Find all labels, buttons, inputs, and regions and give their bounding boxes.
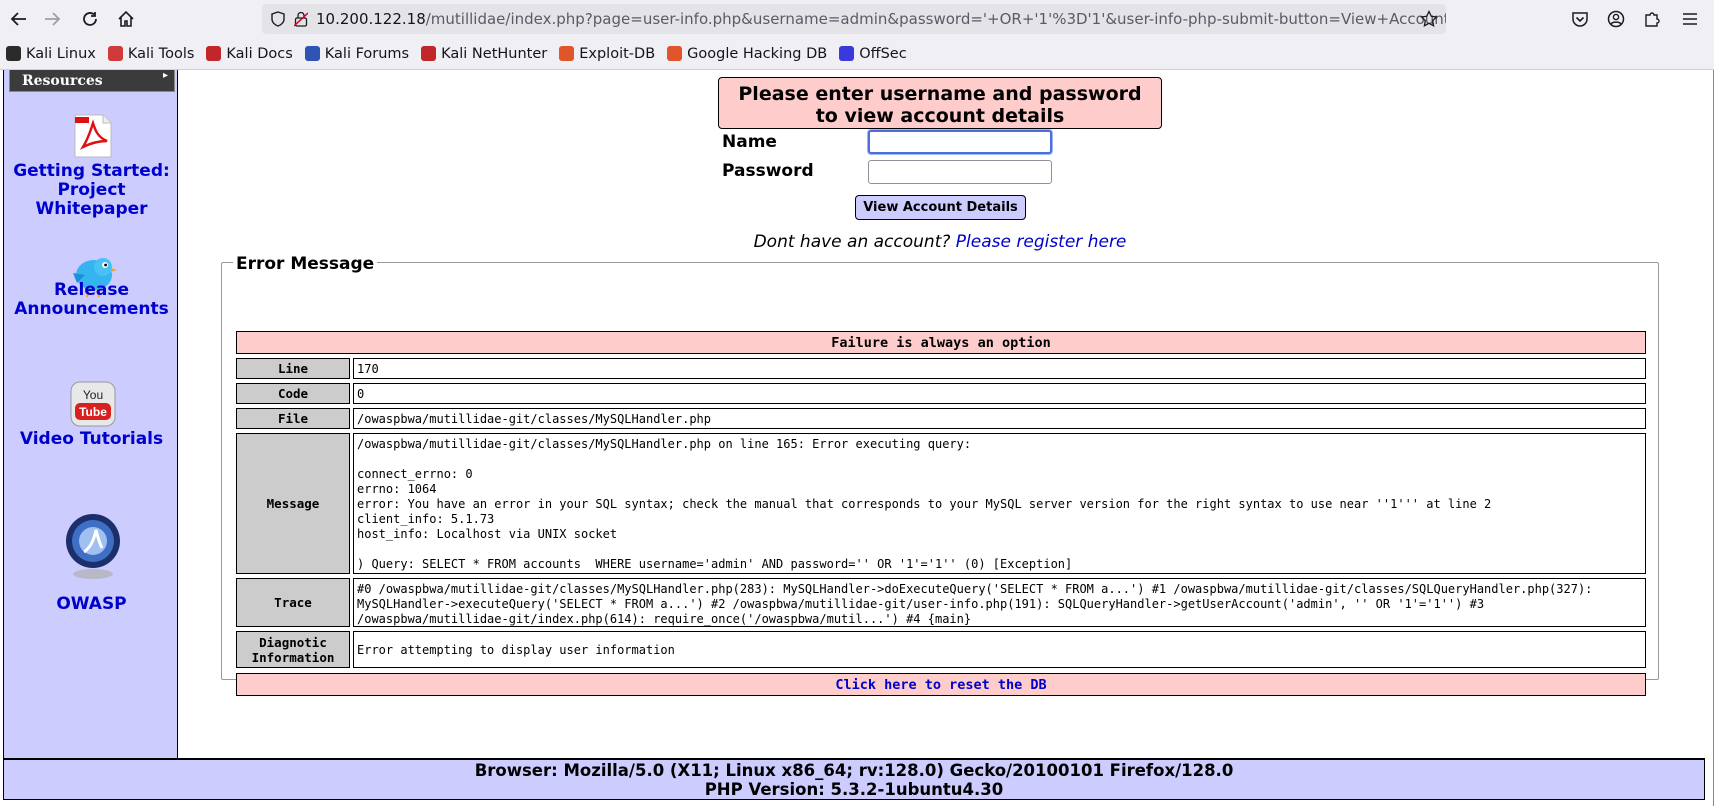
- bookmarks-toolbar: Kali Linux Kali Tools Kali Docs Kali Forums…: [0, 38, 1714, 70]
- bookmark-kali-linux[interactable]: Kali Linux: [6, 46, 96, 62]
- extensions-button[interactable]: [1638, 5, 1666, 33]
- kali-nethunter-icon: [421, 46, 437, 61]
- view-account-details-button[interactable]: View Account Details: [855, 195, 1026, 220]
- error-row-diagnostic: Diagnotic Information Error attempting t…: [236, 631, 1646, 668]
- back-arrow-icon: [10, 12, 26, 26]
- account-button[interactable]: [1602, 5, 1630, 33]
- youtube-icon[interactable]: You Tube: [70, 381, 116, 431]
- login-title-line1: Please enter username and password: [738, 83, 1142, 105]
- submenu-arrow-icon: ▸: [162, 70, 168, 81]
- puzzle-icon: [1645, 12, 1660, 27]
- page-content: Resources ▸ Getting Started: Project Whi…: [0, 70, 1714, 806]
- bookmark-label: Kali NetHunter: [441, 45, 548, 62]
- bookmark-label: Kali Docs: [226, 45, 293, 62]
- error-row-message: Message /owaspbwa/mutillidae-git/classes…: [236, 433, 1646, 574]
- owasp-logo-icon[interactable]: [64, 512, 122, 584]
- back-button[interactable]: [5, 5, 33, 33]
- forward-button[interactable]: [38, 5, 66, 33]
- name-label: Name: [722, 132, 777, 152]
- reload-button[interactable]: [76, 5, 104, 33]
- bookmark-label: Exploit-DB: [579, 45, 656, 62]
- footer-browser-info: Browser: Mozilla/5.0 (X11; Linux x86_64;…: [474, 761, 1234, 780]
- error-value: /owaspbwa/mutillidae-git/classes/MySQLHa…: [353, 433, 1646, 574]
- bookmark-kali-forums[interactable]: Kali Forums: [304, 45, 410, 62]
- register-link[interactable]: Please register here: [956, 232, 1127, 252]
- svg-text:Tube: Tube: [79, 405, 107, 419]
- error-label: Line: [236, 358, 350, 379]
- error-value: 170: [353, 358, 1646, 379]
- hamburger-menu-icon: [1683, 13, 1697, 25]
- home-icon: [118, 10, 134, 27]
- error-value: #0 /owaspbwa/mutillidae-git/classes/MySQ…: [353, 578, 1646, 627]
- account-icon: [1607, 10, 1625, 28]
- error-value: Error attempting to display user informa…: [353, 631, 1646, 668]
- release-announcements-link[interactable]: Release Announcements: [4, 281, 179, 319]
- url-host: 10.200.122.18: [316, 10, 426, 28]
- bookmark-google-hacking-db[interactable]: Google Hacking DB: [667, 46, 827, 62]
- pocket-button[interactable]: [1566, 5, 1594, 33]
- bookmark-label: Kali Tools: [127, 45, 195, 62]
- forward-arrow-icon: [45, 12, 61, 26]
- error-label: Diagnotic Information: [236, 631, 350, 668]
- browser-toolbar: 10.200.122.18/mutillidae/index.php?page=…: [0, 0, 1714, 38]
- exploit-db-icon: [559, 46, 575, 61]
- error-label: Trace: [236, 578, 350, 627]
- reload-icon: [83, 12, 97, 26]
- svg-text:You: You: [83, 388, 103, 402]
- error-label: Code: [236, 383, 350, 404]
- error-value: 0: [353, 383, 1646, 404]
- home-button[interactable]: [112, 5, 140, 33]
- whitepaper-link[interactable]: Getting Started: Project Whitepaper: [4, 162, 179, 219]
- password-input[interactable]: [868, 160, 1052, 184]
- reset-db-link[interactable]: Click here to reset the DB: [236, 673, 1646, 696]
- login-title-line2: to view account details: [815, 105, 1065, 127]
- pdf-icon[interactable]: [71, 113, 115, 163]
- login-instructions: Please enter username and password to vi…: [718, 77, 1162, 129]
- error-value: /owaspbwa/mutillidae-git/classes/MySQLHa…: [353, 408, 1646, 429]
- sidebar: Resources ▸ Getting Started: Project Whi…: [3, 70, 178, 758]
- bookmark-exploit-db[interactable]: Exploit-DB: [559, 46, 655, 62]
- bookmark-label: Kali Linux: [26, 45, 96, 62]
- bookmark-label: OffSec: [859, 45, 907, 62]
- kali-tools-icon: [107, 46, 123, 61]
- insecure-lock-icon[interactable]: [294, 11, 308, 27]
- ghdb-icon: [667, 46, 683, 61]
- url-bar[interactable]: 10.200.122.18/mutillidae/index.php?page=…: [262, 4, 1446, 34]
- bookmark-kali-tools[interactable]: Kali Tools: [107, 45, 195, 62]
- error-banner: Failure is always an option: [236, 331, 1646, 354]
- error-message-legend: Error Message: [233, 254, 378, 274]
- error-row-trace: Trace #0 /owaspbwa/mutillidae-git/classe…: [236, 578, 1646, 627]
- kali-docs-icon: [206, 46, 222, 61]
- video-tutorials-link[interactable]: Video Tutorials: [4, 430, 179, 449]
- resources-menu[interactable]: Resources ▸: [9, 70, 175, 92]
- offsec-icon: [839, 46, 855, 61]
- error-label: File: [236, 408, 350, 429]
- error-row-file: File /owaspbwa/mutillidae-git/classes/My…: [236, 408, 1646, 429]
- name-input[interactable]: [868, 130, 1052, 154]
- bookmark-kali-nethunter[interactable]: Kali NetHunter: [421, 46, 547, 62]
- register-prefix: Dont have an account?: [753, 232, 951, 252]
- pocket-icon: [1572, 12, 1588, 27]
- error-row-line: Line 170: [236, 358, 1646, 379]
- kali-forums-icon: [304, 46, 320, 61]
- bookmark-offsec[interactable]: OffSec: [839, 46, 907, 62]
- bookmark-kali-docs[interactable]: Kali Docs: [206, 45, 293, 62]
- error-row-code: Code 0: [236, 383, 1646, 404]
- register-prompt: Dont have an account? Please register he…: [178, 232, 1702, 252]
- error-label: Message: [236, 433, 350, 574]
- footer-php-version: PHP Version: 5.3.2-1ubuntu4.30: [704, 780, 1004, 799]
- main-content: Please enter username and password to vi…: [178, 70, 1698, 758]
- password-label: Password: [722, 161, 814, 181]
- owasp-link[interactable]: OWASP: [4, 595, 179, 614]
- menu-button[interactable]: [1676, 5, 1704, 33]
- url-path: /mutillidae/index.php?page=user-info.php…: [425, 10, 1446, 28]
- kali-dragon-icon: [6, 46, 21, 61]
- resources-menu-label: Resources: [22, 73, 103, 89]
- footer: Browser: Mozilla/5.0 (X11; Linux x86_64;…: [3, 758, 1705, 800]
- bookmark-label: Kali Forums: [324, 45, 410, 62]
- shield-icon[interactable]: [270, 11, 286, 27]
- bookmark-label: Google Hacking DB: [687, 45, 828, 62]
- bookmark-star-icon[interactable]: [1420, 9, 1438, 32]
